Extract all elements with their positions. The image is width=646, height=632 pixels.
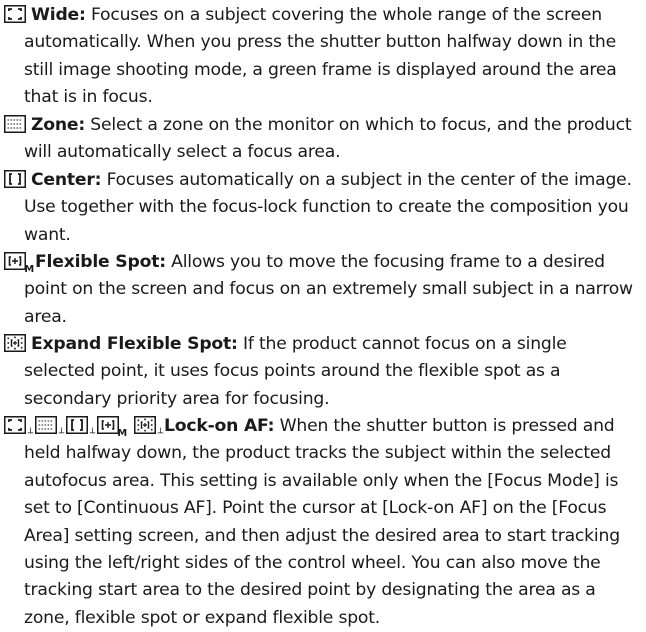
- description-zone: Select a zone on the monitor on which to…: [24, 115, 632, 163]
- description-lock-on-af: When the shutter button is pressed and h…: [24, 416, 620, 628]
- lock-on-marker: ┴: [58, 429, 64, 439]
- flexible-spot-size-label: M: [24, 264, 34, 275]
- lock-on-flexible-spot-m-icon: M: [97, 416, 127, 439]
- lock-on-marker: ┴: [157, 429, 163, 439]
- list-item-center: Center: Focuses automatically on a subje…: [4, 167, 640, 249]
- center-focus-area-icon: [4, 170, 26, 188]
- lock-on-marker: ┴: [89, 429, 95, 439]
- term-zone: Zone:: [31, 115, 86, 135]
- expand-flexible-spot-icon: [4, 334, 26, 352]
- list-item-expand-flexible-spot: Expand Flexible Spot: If the product can…: [4, 331, 640, 413]
- flexible-spot-m-icon: M: [4, 252, 34, 275]
- term-lock-on-af: Lock-on AF:: [164, 416, 275, 436]
- manual-page: Wide: Focuses on a subject covering the …: [0, 0, 646, 628]
- lock-on-wide-icon: ┴: [4, 416, 33, 439]
- list-item-zone: Zone: Select a zone on the monitor on wh…: [4, 112, 640, 167]
- term-expand-flexible-spot: Expand Flexible Spot:: [31, 334, 238, 354]
- lock-on-center-icon: ┴: [66, 416, 95, 439]
- term-center: Center:: [31, 170, 102, 190]
- lock-on-expand-flexible-spot-icon: ┴: [134, 416, 163, 439]
- lock-on-flexible-spot-size-label: M: [117, 428, 127, 439]
- list-item-lock-on-af: ┴ ┴ ┴ M ┴ Lock-on AF: When the shutter b…: [4, 413, 640, 632]
- description-wide: Focuses on a subject covering the whole …: [24, 5, 617, 108]
- description-center: Focuses automatically on a subject in th…: [24, 170, 632, 245]
- wide-focus-area-icon: [4, 5, 26, 23]
- list-item-wide: Wide: Focuses on a subject covering the …: [4, 2, 640, 112]
- list-item-flexible-spot: M Flexible Spot: Allows you to move the …: [4, 249, 640, 331]
- lock-on-zone-icon: ┴: [35, 416, 64, 439]
- zone-focus-area-icon: [4, 115, 26, 133]
- term-flexible-spot: Flexible Spot:: [35, 252, 166, 272]
- term-wide: Wide:: [31, 5, 86, 25]
- lock-on-marker: ┴: [27, 429, 33, 439]
